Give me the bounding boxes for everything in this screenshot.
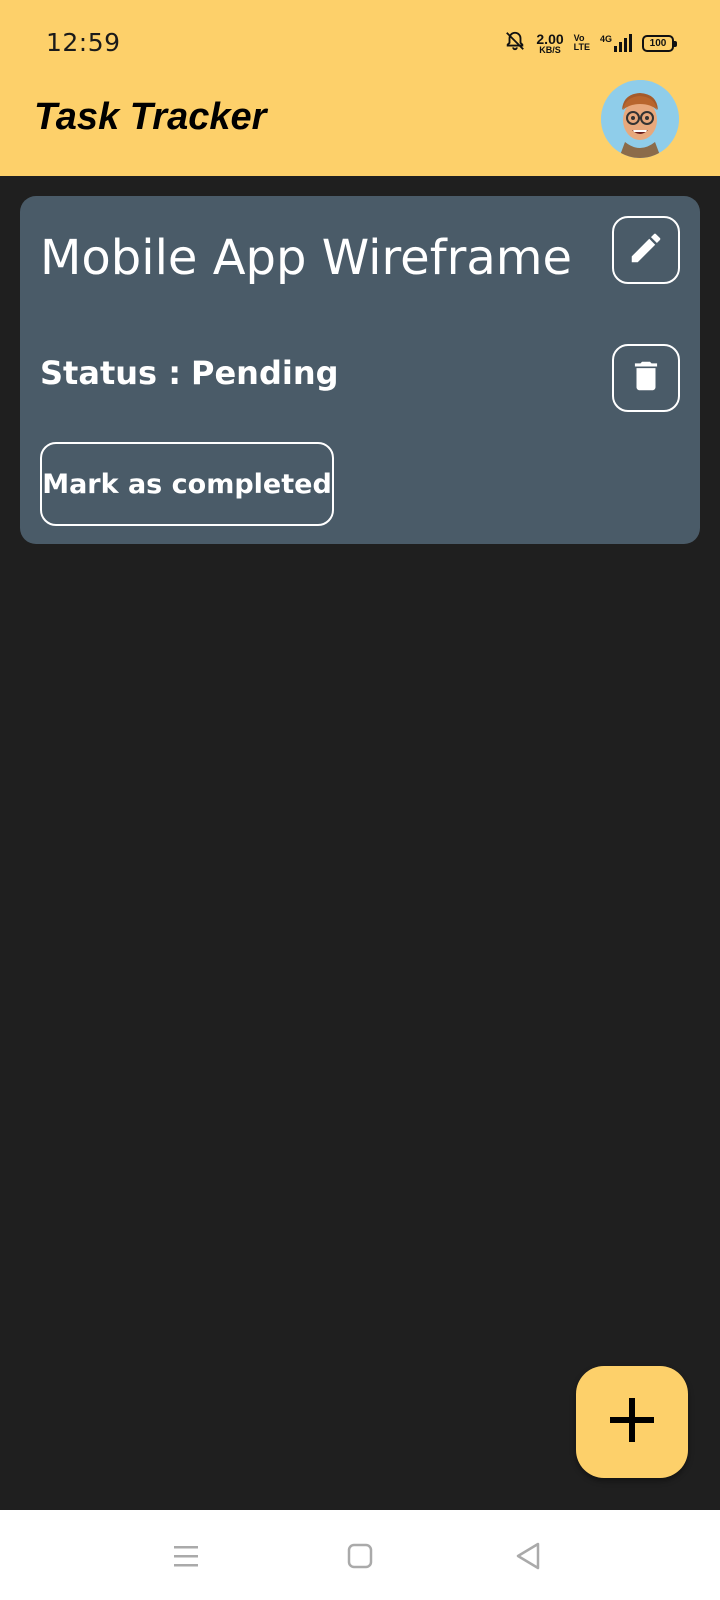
network-speed: 2.00 KB/S [536, 32, 563, 55]
back-triangle-icon[interactable] [510, 1538, 546, 1574]
status-time: 12:59 [46, 28, 121, 57]
status-icons: 2.00 KB/S Vo LTE 4G 100 [504, 28, 677, 58]
plus-icon [606, 1394, 658, 1451]
edit-button[interactable] [612, 216, 680, 284]
status-value: Pending [191, 354, 339, 392]
speed-unit: KB/S [539, 44, 561, 55]
trash-icon [627, 357, 665, 400]
volte-indicator: Vo LTE [574, 34, 590, 52]
network-type: 4G [599, 34, 612, 44]
battery-level: 100 [649, 37, 667, 49]
memoji-avatar-icon[interactable] [601, 80, 679, 158]
status-label: Status : [40, 354, 181, 392]
pencil-icon [627, 229, 665, 272]
add-task-button[interactable] [576, 1366, 688, 1478]
mark-completed-button[interactable]: Mark as completed [40, 442, 334, 526]
task-card: Mobile App Wireframe Status : Pending Ma… [20, 196, 700, 544]
app-header: 12:59 2.00 KB/S Vo LTE 4G 100 Task Track… [0, 0, 720, 176]
app-title: Task Tracker [34, 96, 267, 138]
system-nav-bar [0, 1510, 720, 1600]
signal-icon: 4G [600, 34, 632, 52]
volte-bottom: LTE [573, 42, 590, 52]
task-status: Status : Pending [40, 354, 339, 392]
task-title: Mobile App Wireframe [40, 230, 573, 286]
battery-icon: 100 [642, 34, 677, 52]
speed-value: 2.00 [536, 30, 564, 47]
delete-button[interactable] [612, 344, 680, 412]
menu-icon[interactable] [168, 1538, 204, 1574]
bell-muted-icon [504, 30, 526, 57]
home-square-icon[interactable] [342, 1538, 378, 1574]
